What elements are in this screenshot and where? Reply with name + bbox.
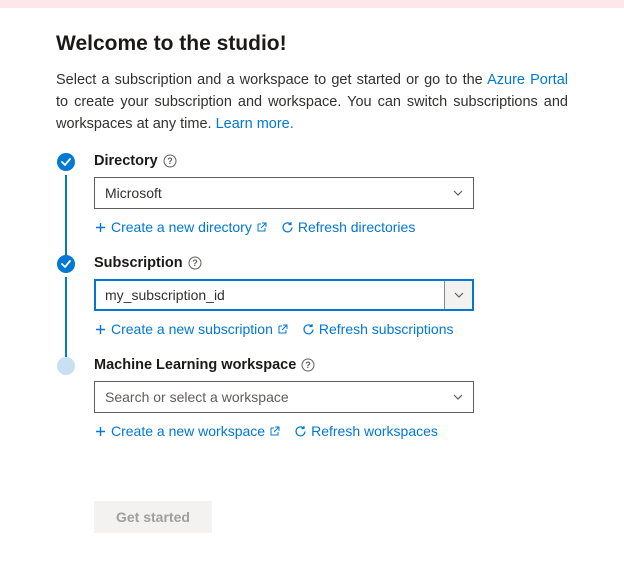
step-complete-icon: [57, 153, 75, 171]
step-body: Subscription ? my_subscription_id Create…: [76, 255, 568, 337]
refresh-directories-link[interactable]: Refresh directories: [281, 219, 416, 235]
get-started-button[interactable]: Get started: [94, 501, 212, 533]
workspace-select[interactable]: Search or select a workspace: [94, 381, 474, 413]
page-title: Welcome to the studio!: [56, 32, 568, 56]
step-indicator: [56, 255, 76, 337]
step-pending-icon: [57, 357, 75, 375]
footer: Get started: [56, 501, 568, 533]
chevron-down-icon: [444, 281, 472, 309]
main-container: Welcome to the studio! Select a subscrip…: [0, 8, 624, 533]
step-workspace: Machine Learning workspace ? Search or s…: [56, 357, 568, 459]
step-body: Machine Learning workspace ? Search or s…: [76, 357, 568, 439]
step-directory: Directory ? Microsoft Create a new direc…: [56, 153, 568, 255]
step-complete-icon: [57, 255, 75, 273]
step-indicator: [56, 357, 76, 439]
workspace-actions: Create a new workspace Refresh workspace…: [94, 423, 568, 439]
info-icon[interactable]: ?: [188, 256, 202, 270]
svg-text:?: ?: [306, 360, 312, 370]
create-directory-text: Create a new directory: [111, 219, 252, 235]
external-link-icon: [256, 222, 267, 233]
info-icon[interactable]: ?: [163, 154, 177, 168]
directory-label-text: Directory: [94, 153, 158, 169]
refresh-workspaces-text: Refresh workspaces: [311, 423, 438, 439]
refresh-icon: [294, 425, 307, 438]
create-workspace-link[interactable]: Create a new workspace: [94, 423, 280, 439]
top-accent-bar: [0, 0, 624, 8]
directory-label: Directory ?: [94, 153, 568, 169]
step-connector: [65, 175, 67, 255]
intro-before: Select a subscription and a workspace to…: [56, 72, 487, 88]
subscription-value: my_subscription_id: [105, 287, 225, 303]
workspace-label: Machine Learning workspace ?: [94, 357, 568, 373]
info-icon[interactable]: ?: [301, 358, 315, 372]
create-directory-link[interactable]: Create a new directory: [94, 219, 267, 235]
step-body: Directory ? Microsoft Create a new direc…: [76, 153, 568, 235]
subscription-actions: Create a new subscription Refresh subscr…: [94, 321, 568, 337]
intro-mid: to create your subscription and workspac…: [56, 94, 568, 132]
svg-text:?: ?: [167, 156, 173, 166]
step-indicator: [56, 153, 76, 235]
subscription-select[interactable]: my_subscription_id: [94, 279, 474, 311]
svg-text:?: ?: [192, 258, 198, 268]
workspace-label-text: Machine Learning workspace: [94, 357, 296, 373]
step-subscription: Subscription ? my_subscription_id Create…: [56, 255, 568, 357]
subscription-label: Subscription ?: [94, 255, 568, 271]
subscription-label-text: Subscription: [94, 255, 183, 271]
external-link-icon: [269, 426, 280, 437]
refresh-icon: [302, 323, 315, 336]
learn-more-link[interactable]: Learn more.: [216, 116, 294, 132]
plus-icon: [94, 221, 107, 234]
directory-select[interactable]: Microsoft: [94, 177, 474, 209]
refresh-directories-text: Refresh directories: [298, 219, 416, 235]
refresh-workspaces-link[interactable]: Refresh workspaces: [294, 423, 438, 439]
azure-portal-link[interactable]: Azure Portal: [487, 72, 568, 88]
create-subscription-text: Create a new subscription: [111, 321, 273, 337]
plus-icon: [94, 323, 107, 336]
refresh-subscriptions-link[interactable]: Refresh subscriptions: [302, 321, 454, 337]
create-subscription-link[interactable]: Create a new subscription: [94, 321, 288, 337]
chevron-down-icon: [443, 178, 473, 208]
intro-text: Select a subscription and a workspace to…: [56, 70, 568, 135]
refresh-subscriptions-text: Refresh subscriptions: [319, 321, 454, 337]
plus-icon: [94, 425, 107, 438]
chevron-down-icon: [443, 382, 473, 412]
directory-actions: Create a new directory Refresh directori…: [94, 219, 568, 235]
create-workspace-text: Create a new workspace: [111, 423, 265, 439]
directory-value: Microsoft: [105, 185, 162, 201]
workspace-placeholder: Search or select a workspace: [105, 389, 289, 405]
refresh-icon: [281, 221, 294, 234]
step-connector: [65, 277, 67, 357]
external-link-icon: [277, 324, 288, 335]
